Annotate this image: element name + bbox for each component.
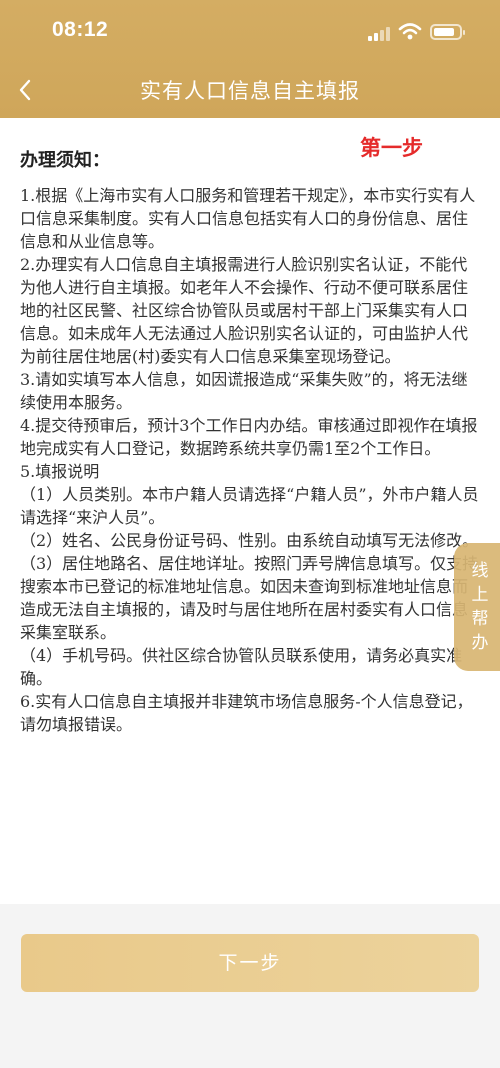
notice-paragraph: 4.提交待预审后，预计3个工作日内办结。审核通过即视作在填报地完成实有人口登记，… [20,416,478,458]
header: 08:12 实有人口信息自主填报 [0,0,500,118]
app-screen: 08:12 实有人口信息自主填报 第一步 办理须知： 1.根据《上海市实有人口服… [0,0,500,1068]
battery-icon [430,24,465,40]
online-help-char: 帮 [471,609,489,629]
page-title: 实有人口信息自主填报 [140,79,360,103]
status-bar: 08:12 [0,0,500,62]
notice-paragraph: 1.根据《上海市实有人口服务和管理若干规定》，本市实行实有人口信息采集制度。实有… [20,186,476,251]
step-label: 第一步 [360,136,423,160]
notice-body: 1.根据《上海市实有人口服务和管理若干规定》，本市实行实有人口信息采集制度。实有… [20,184,482,736]
notice-paragraph: （2）姓名、公民身份证号码、性别。由系统自动填写无法修改。 [20,531,479,550]
notice-paragraph: 5.填报说明 [20,462,100,481]
notice-paragraph: 2.办理实有人口信息自主填报需进行人脸识别实名认证，不能代为他人进行自主填报。如… [20,255,469,366]
online-help-char: 办 [471,633,489,653]
nav-bar: 实有人口信息自主填报 [0,62,500,118]
notice-content: 第一步 办理须知： 1.根据《上海市实有人口服务和管理若干规定》，本市实行实有人… [0,118,500,904]
signal-icon [368,26,392,45]
notice-paragraph: 6.实有人口信息自主填报并非建筑市场信息服务-个人信息登记，请勿填报错误。 [20,692,473,734]
notice-paragraph: 3.请如实填写本人信息，如因谎报造成“采集失败”的，将无法继续使用本服务。 [20,370,468,412]
notice-title: 办理须知： [20,150,110,171]
online-help-char: 线 [471,561,489,581]
notice-paragraph: （3）居住地路名、居住地详址。按照门弄号牌信息填写。仅支持搜索本市已登记的标准地… [20,554,479,642]
notice-paragraph: （4）手机号码。供社区综合协管队员联系使用，请务必真实准确。 [20,646,463,688]
status-time: 08:12 [52,18,109,41]
next-step-button[interactable]: 下一步 [21,934,479,992]
wifi-icon [398,22,422,46]
notice-paragraph: （1）人员类别。本市户籍人员请选择“户籍人员”，外市户籍人员请选择“来沪人员”。 [20,485,479,527]
online-help-char: 上 [471,585,489,605]
online-help-button[interactable]: 线 上 帮 办 [454,543,500,671]
footer: 下一步 [0,904,500,1068]
